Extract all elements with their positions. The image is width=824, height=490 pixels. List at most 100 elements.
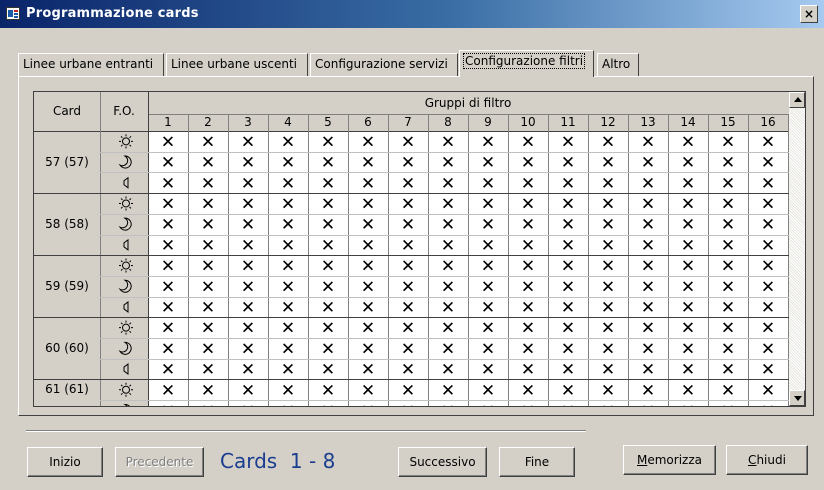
filter-cell-mark[interactable]: ✕ bbox=[721, 257, 735, 277]
filter-cell-mark[interactable]: ✕ bbox=[401, 257, 415, 277]
filter-cell-mark[interactable]: ✕ bbox=[241, 194, 255, 214]
filter-cell-mark[interactable]: ✕ bbox=[201, 381, 215, 401]
filter-cell-mark[interactable]: ✕ bbox=[161, 257, 175, 277]
filter-cell-mark[interactable]: ✕ bbox=[561, 298, 575, 318]
filter-cell-mark[interactable]: ✕ bbox=[641, 174, 655, 194]
filter-cell-mark[interactable]: ✕ bbox=[161, 360, 175, 380]
filter-cell-mark[interactable]: ✕ bbox=[681, 319, 695, 339]
filter-cell-mark[interactable]: ✕ bbox=[161, 153, 175, 173]
filter-cell-mark[interactable]: ✕ bbox=[321, 194, 335, 214]
filter-cell-mark[interactable]: ✕ bbox=[321, 174, 335, 194]
filter-cell-mark[interactable]: ✕ bbox=[521, 174, 535, 194]
filter-cell-mark[interactable]: ✕ bbox=[241, 153, 255, 173]
filter-cell-mark[interactable]: ✕ bbox=[641, 194, 655, 214]
filter-cell-mark[interactable]: ✕ bbox=[681, 277, 695, 297]
filter-cell-mark[interactable]: ✕ bbox=[161, 401, 175, 406]
filter-cell-mark[interactable]: ✕ bbox=[321, 132, 335, 152]
filter-cell-mark[interactable]: ✕ bbox=[241, 401, 255, 406]
filter-cell-mark[interactable]: ✕ bbox=[441, 319, 455, 339]
filter-cell-mark[interactable]: ✕ bbox=[761, 215, 775, 235]
filter-cell-mark[interactable]: ✕ bbox=[281, 319, 295, 339]
filter-cell-mark[interactable]: ✕ bbox=[201, 319, 215, 339]
filter-cell-mark[interactable]: ✕ bbox=[601, 401, 615, 406]
filter-cell-mark[interactable]: ✕ bbox=[601, 215, 615, 235]
filter-cell-mark[interactable]: ✕ bbox=[601, 298, 615, 318]
filter-cell-mark[interactable]: ✕ bbox=[321, 319, 335, 339]
filter-cell-mark[interactable]: ✕ bbox=[641, 360, 655, 380]
filter-cell-mark[interactable]: ✕ bbox=[681, 236, 695, 256]
filter-cell-mark[interactable]: ✕ bbox=[401, 132, 415, 152]
filter-cell-mark[interactable]: ✕ bbox=[721, 277, 735, 297]
filter-cell-mark[interactable]: ✕ bbox=[241, 319, 255, 339]
filter-cell-mark[interactable]: ✕ bbox=[721, 339, 735, 359]
filter-cell-mark[interactable]: ✕ bbox=[561, 319, 575, 339]
filter-cell-mark[interactable]: ✕ bbox=[281, 132, 295, 152]
filter-cell-mark[interactable]: ✕ bbox=[361, 194, 375, 214]
close-button[interactable]: × bbox=[800, 5, 818, 23]
filter-cell-mark[interactable]: ✕ bbox=[561, 339, 575, 359]
filter-cell-mark[interactable]: ✕ bbox=[241, 174, 255, 194]
filter-cell-mark[interactable]: ✕ bbox=[521, 277, 535, 297]
filter-cell-mark[interactable]: ✕ bbox=[761, 298, 775, 318]
filter-cell-mark[interactable]: ✕ bbox=[401, 153, 415, 173]
filter-cell-mark[interactable]: ✕ bbox=[521, 360, 535, 380]
tab-configurazione-filtri[interactable]: Configurazione filtri bbox=[459, 50, 594, 77]
filter-cell-mark[interactable]: ✕ bbox=[641, 319, 655, 339]
filter-cell-mark[interactable]: ✕ bbox=[721, 298, 735, 318]
filter-cell-mark[interactable]: ✕ bbox=[481, 360, 495, 380]
filter-cell-mark[interactable]: ✕ bbox=[721, 174, 735, 194]
filter-cell-mark[interactable]: ✕ bbox=[361, 174, 375, 194]
memorizza-button[interactable]: Memorizza bbox=[623, 445, 716, 475]
filter-cell-mark[interactable]: ✕ bbox=[441, 257, 455, 277]
filter-cell-mark[interactable]: ✕ bbox=[201, 132, 215, 152]
filter-cell-mark[interactable]: ✕ bbox=[441, 298, 455, 318]
filter-cell-mark[interactable]: ✕ bbox=[681, 339, 695, 359]
filter-cell-mark[interactable]: ✕ bbox=[761, 174, 775, 194]
filter-cell-mark[interactable]: ✕ bbox=[401, 298, 415, 318]
filter-cell-mark[interactable]: ✕ bbox=[521, 401, 535, 406]
filter-cell-mark[interactable]: ✕ bbox=[281, 277, 295, 297]
filter-cell-mark[interactable]: ✕ bbox=[161, 215, 175, 235]
filter-cell-mark[interactable]: ✕ bbox=[481, 194, 495, 214]
filter-cell-mark[interactable]: ✕ bbox=[401, 277, 415, 297]
filter-cell-mark[interactable]: ✕ bbox=[441, 339, 455, 359]
filter-cell-mark[interactable]: ✕ bbox=[641, 215, 655, 235]
filter-cell-mark[interactable]: ✕ bbox=[401, 319, 415, 339]
filter-cell-mark[interactable]: ✕ bbox=[601, 257, 615, 277]
filter-cell-mark[interactable]: ✕ bbox=[161, 298, 175, 318]
filter-cell-mark[interactable]: ✕ bbox=[561, 381, 575, 401]
filter-cell-mark[interactable]: ✕ bbox=[241, 360, 255, 380]
filter-cell-mark[interactable]: ✕ bbox=[321, 277, 335, 297]
filter-cell-mark[interactable]: ✕ bbox=[761, 401, 775, 406]
filter-cell-mark[interactable]: ✕ bbox=[201, 174, 215, 194]
filter-cell-mark[interactable]: ✕ bbox=[601, 381, 615, 401]
filter-cell-mark[interactable]: ✕ bbox=[681, 215, 695, 235]
filter-cell-mark[interactable]: ✕ bbox=[721, 194, 735, 214]
filter-cell-mark[interactable]: ✕ bbox=[281, 298, 295, 318]
precedente-button[interactable]: Precedente bbox=[115, 447, 204, 477]
filter-cell-mark[interactable]: ✕ bbox=[681, 257, 695, 277]
filter-cell-mark[interactable]: ✕ bbox=[601, 319, 615, 339]
filter-cell-mark[interactable]: ✕ bbox=[241, 257, 255, 277]
filter-cell-mark[interactable]: ✕ bbox=[681, 194, 695, 214]
filter-cell-mark[interactable]: ✕ bbox=[321, 360, 335, 380]
filter-cell-mark[interactable]: ✕ bbox=[441, 215, 455, 235]
filter-cell-mark[interactable]: ✕ bbox=[201, 360, 215, 380]
filter-cell-mark[interactable]: ✕ bbox=[441, 194, 455, 214]
filter-cell-mark[interactable]: ✕ bbox=[641, 236, 655, 256]
filter-cell-mark[interactable]: ✕ bbox=[641, 401, 655, 406]
filter-cell-mark[interactable]: ✕ bbox=[761, 257, 775, 277]
filter-cell-mark[interactable]: ✕ bbox=[281, 257, 295, 277]
filter-cell-mark[interactable]: ✕ bbox=[201, 339, 215, 359]
inizio-button[interactable]: Inizio bbox=[27, 447, 103, 477]
filter-cell-mark[interactable]: ✕ bbox=[561, 153, 575, 173]
tab-altro[interactable]: Altro bbox=[597, 53, 639, 76]
filter-cell-mark[interactable]: ✕ bbox=[441, 153, 455, 173]
filter-cell-mark[interactable]: ✕ bbox=[441, 236, 455, 256]
filter-cell-mark[interactable]: ✕ bbox=[681, 132, 695, 152]
filter-cell-mark[interactable]: ✕ bbox=[721, 401, 735, 406]
filter-cell-mark[interactable]: ✕ bbox=[321, 298, 335, 318]
tab-linee-urbane-entranti[interactable]: Linee urbane entranti bbox=[18, 53, 164, 76]
filter-cell-mark[interactable]: ✕ bbox=[241, 381, 255, 401]
filter-cell-mark[interactable]: ✕ bbox=[201, 215, 215, 235]
